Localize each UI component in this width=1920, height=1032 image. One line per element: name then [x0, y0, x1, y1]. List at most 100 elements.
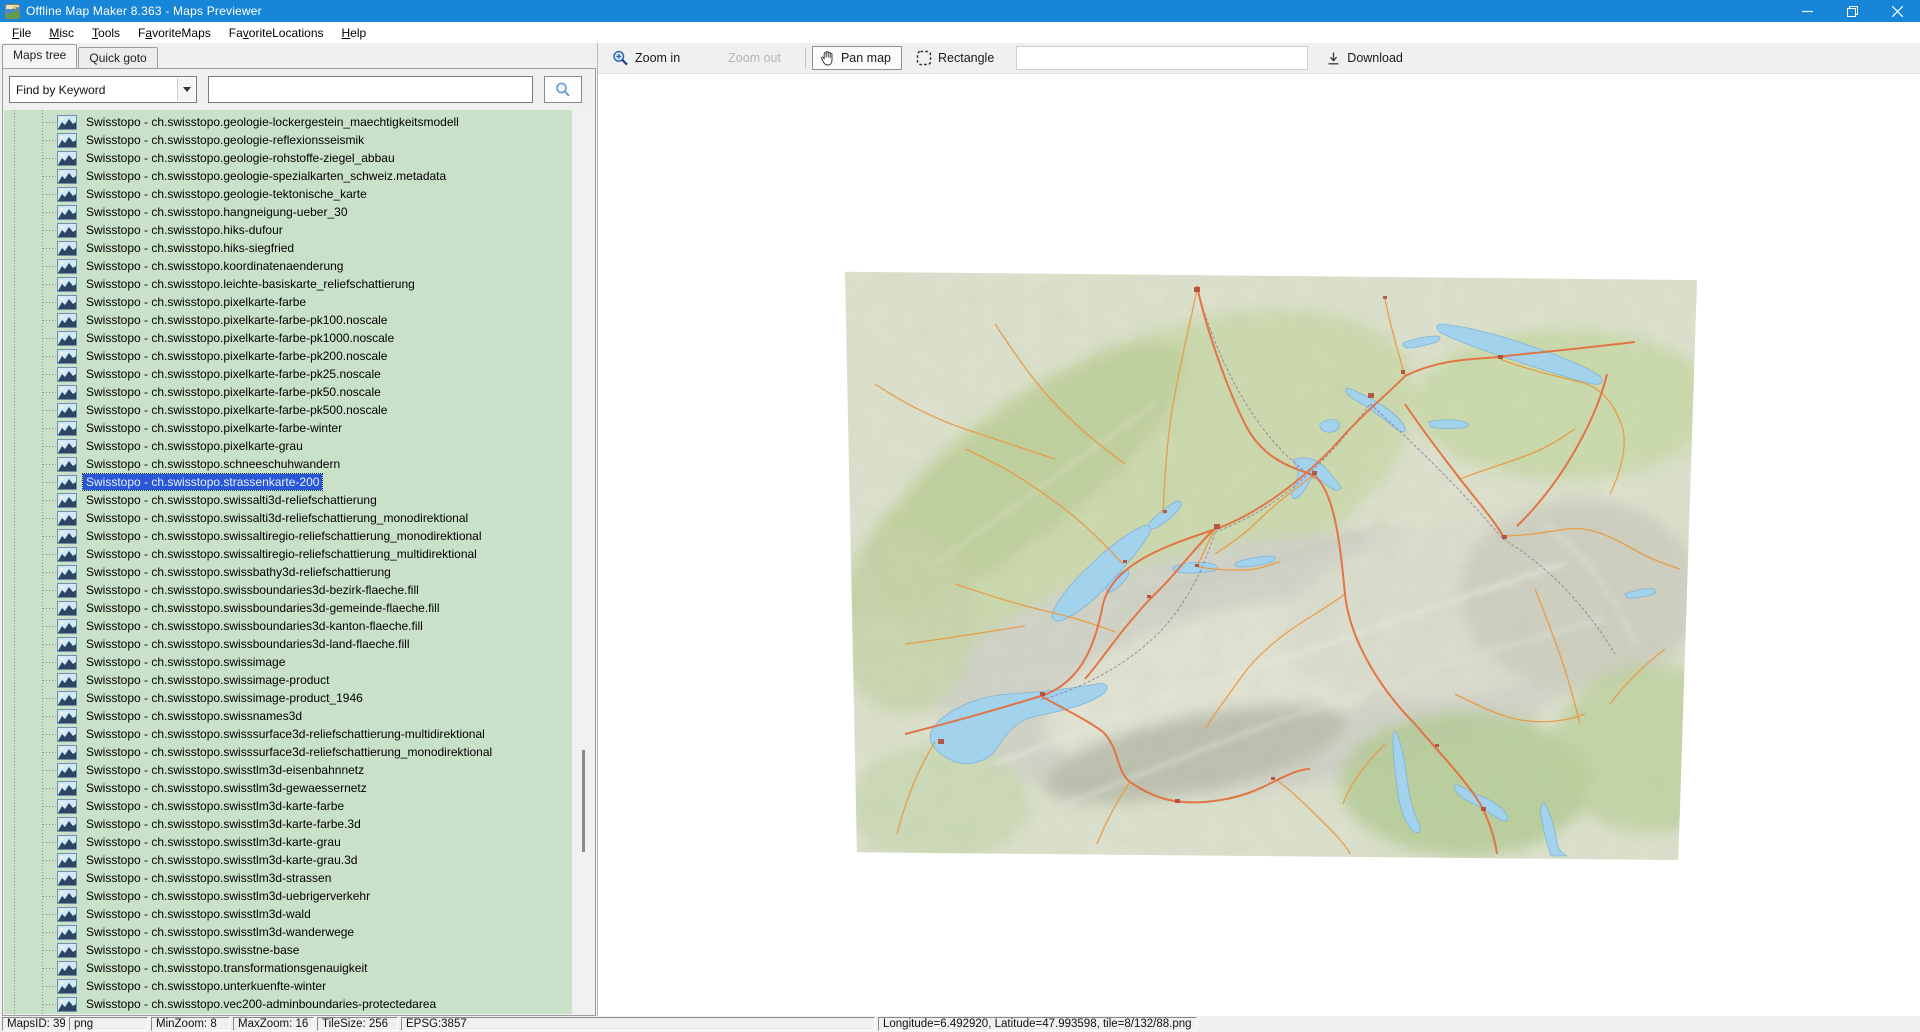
tree-item[interactable]: Swisstopo - ch.swisstopo.swissboundaries… — [4, 599, 572, 617]
tree-item[interactable]: Swisstopo - ch.swisstopo.pixelkarte-farb… — [4, 383, 572, 401]
tree-item[interactable]: Swisstopo - ch.swisstopo.swisstlm3d-eise… — [4, 761, 572, 779]
tree-item[interactable]: Swisstopo - ch.swisstopo.vec200-adminbou… — [4, 995, 572, 1013]
search-mode-combobox[interactable]: Find by Keyword — [9, 76, 197, 103]
tree-connector — [43, 950, 56, 951]
tab[interactable]: Maps tree — [2, 44, 77, 68]
tree-item[interactable]: Swisstopo - ch.swisstopo.swisstlm3d-wand… — [4, 923, 572, 941]
tree-item[interactable]: Swisstopo - ch.swisstopo.swissimage — [4, 653, 572, 671]
tree-connector — [43, 320, 56, 321]
tree-item[interactable]: Swisstopo - ch.swisstopo.swisstlm3d-kart… — [4, 851, 572, 869]
tree-item[interactable]: Swisstopo - ch.swisstopo.pixelkarte-farb… — [4, 293, 572, 311]
tree-item[interactable]: Swisstopo - ch.swisstopo.swissalti3d-rel… — [4, 491, 572, 509]
tree-connector — [43, 1004, 56, 1005]
tree-connector — [43, 158, 56, 159]
tree-connector — [43, 590, 56, 591]
menu-item[interactable]: Tools — [83, 24, 129, 42]
tree-item[interactable]: Swisstopo - ch.swisstopo.pixelkarte-farb… — [4, 401, 572, 419]
tree-item[interactable]: Swisstopo - ch.swisstopo.hangneigung-ueb… — [4, 203, 572, 221]
tree-item[interactable]: Swisstopo - ch.swisstopo.pixelkarte-farb… — [4, 365, 572, 383]
tree-item[interactable]: Swisstopo - ch.swisstopo.swisstlm3d-uebr… — [4, 887, 572, 905]
tree-item[interactable]: Swisstopo - ch.swisstopo.swissboundaries… — [4, 581, 572, 599]
tree-item[interactable]: Swisstopo - ch.swisstopo.swisstlm3d-wald — [4, 905, 572, 923]
tree-scrollbar-thumb[interactable] — [582, 750, 585, 852]
tree-item[interactable]: Swisstopo - ch.swisstopo.pixelkarte-farb… — [4, 311, 572, 329]
tree-item[interactable]: Swisstopo - ch.swisstopo.swissimage-prod… — [4, 671, 572, 689]
map-thumbnail-icon — [57, 367, 77, 382]
menu-item[interactable]: Help — [333, 24, 376, 42]
tree-item[interactable]: Swisstopo - ch.swisstopo.geologie-reflex… — [4, 131, 572, 149]
tree-item[interactable]: Swisstopo - ch.swisstopo.swisstlm3d-stra… — [4, 869, 572, 887]
tree-item[interactable]: Swisstopo - ch.swisstopo.swissimage-prod… — [4, 689, 572, 707]
map-thumbnail-icon — [57, 151, 77, 166]
tree-item-label: Swisstopo - ch.swisstopo.swisstne-base — [83, 942, 302, 958]
tree-item[interactable]: Swisstopo - ch.swisstopo.pixelkarte-farb… — [4, 329, 572, 347]
tree-item[interactable]: Swisstopo - ch.swisstopo.swissbathy3d-re… — [4, 563, 572, 581]
tree-item[interactable]: Swisstopo - ch.swisstopo.swisstlm3d-gewa… — [4, 779, 572, 797]
status-cell: MapsID: 3903 — [2, 1017, 66, 1031]
tree-item[interactable]: Swisstopo - ch.swisstopo.schneeschuhwand… — [4, 455, 572, 473]
tree-item[interactable]: Swisstopo - ch.swisstopo.swisstlm3d-kart… — [4, 797, 572, 815]
map-toolbar: Zoom in Zoom out Pan map Rectangle — [598, 43, 1920, 74]
chevron-down-icon — [183, 87, 191, 92]
tree-item[interactable]: Swisstopo - ch.swisstopo.swissnames3d — [4, 707, 572, 725]
close-button[interactable] — [1875, 0, 1920, 22]
tree-item[interactable]: Swisstopo - ch.swisstopo.hiks-siegfried — [4, 239, 572, 257]
tree-item[interactable]: Swisstopo - ch.swisstopo.swissboundaries… — [4, 635, 572, 653]
tree-item-label: Swisstopo - ch.swisstopo.swissaltiregio-… — [83, 546, 480, 562]
tree-item-label: Swisstopo - ch.swisstopo.pixelkarte-farb… — [83, 330, 397, 346]
tree-item[interactable]: Swisstopo - ch.swisstopo.geologie-rohsto… — [4, 149, 572, 167]
tree-connector — [43, 716, 56, 717]
tree-item[interactable]: Swisstopo - ch.swisstopo.transformations… — [4, 959, 572, 977]
tree-item[interactable]: Swisstopo - ch.swisstopo.geologie-spezia… — [4, 167, 572, 185]
map-toolbar-input[interactable] — [1016, 46, 1308, 70]
tree-item[interactable]: Swisstopo - ch.swisstopo.pixelkarte-farb… — [4, 419, 572, 437]
tree-scrollbar[interactable] — [572, 110, 594, 1014]
tree-item[interactable]: Swisstopo - ch.swisstopo.pixelkarte-grau — [4, 437, 572, 455]
tree-item[interactable]: Swisstopo - ch.swisstopo.strassenkarte-2… — [4, 473, 572, 491]
tree-item-label: Swisstopo - ch.swisstopo.swissboundaries… — [83, 600, 443, 616]
minimize-button[interactable] — [1785, 0, 1830, 22]
tree-item-label: Swisstopo - ch.swisstopo.leichte-basiska… — [83, 276, 418, 292]
tree-item[interactable]: Swisstopo - ch.swisstopo.swisstlm3d-kart… — [4, 833, 572, 851]
tree-item[interactable]: Swisstopo - ch.swisstopo.geologie-locker… — [4, 113, 572, 131]
tree-item[interactable]: Swisstopo - ch.swisstopo.leichte-basiska… — [4, 275, 572, 293]
menu-item[interactable]: FavoriteLocations — [220, 24, 333, 42]
tree-item[interactable]: Swisstopo - ch.swisstopo.hiks-dufour — [4, 221, 572, 239]
menu-item[interactable]: Misc — [40, 24, 83, 42]
tree-item[interactable]: Swisstopo - ch.swisstopo.swissaltiregio-… — [4, 545, 572, 563]
search-button[interactable] — [544, 76, 582, 103]
zoom-in-button[interactable]: Zoom in — [606, 46, 686, 71]
download-button[interactable]: Download — [1320, 47, 1409, 70]
tree-item-label: Swisstopo - ch.swisstopo.swissaltiregio-… — [83, 528, 485, 544]
tree-item[interactable]: Swisstopo - ch.swisstopo.koordinatenaend… — [4, 257, 572, 275]
tree-item[interactable]: Swisstopo - ch.swisstopo.pixelkarte-farb… — [4, 347, 572, 365]
menu-item[interactable]: FavoriteMaps — [129, 24, 220, 42]
status-cell: TileSize: 256 — [317, 1017, 398, 1031]
combo-dropdown-button[interactable] — [177, 78, 195, 101]
tree-connector — [43, 662, 56, 663]
map-thumbnail-icon — [57, 925, 77, 940]
rectangle-button[interactable]: Rectangle — [910, 46, 1000, 70]
restore-button[interactable] — [1830, 0, 1875, 22]
map-preview[interactable] — [845, 264, 1697, 860]
map-thumbnail-icon — [57, 511, 77, 526]
tree-item[interactable]: Swisstopo - ch.swisstopo.swissalti3d-rel… — [4, 509, 572, 527]
search-input[interactable] — [208, 76, 533, 103]
tree-item[interactable]: Swisstopo - ch.swisstopo.swisstne-base — [4, 941, 572, 959]
search-icon — [554, 81, 572, 99]
tree-item[interactable]: Swisstopo - ch.swisstopo.swissaltiregio-… — [4, 527, 572, 545]
tree-item[interactable]: Swisstopo - ch.swisstopo.swisssurface3d-… — [4, 725, 572, 743]
tree-item[interactable]: Swisstopo - ch.swisstopo.swisstlm3d-kart… — [4, 815, 572, 833]
tree-item-label: Swisstopo - ch.swisstopo.strassenkarte-2… — [83, 474, 322, 490]
pan-map-button[interactable]: Pan map — [812, 46, 902, 70]
tab[interactable]: Quick goto — [78, 47, 157, 68]
tree-item[interactable]: Swisstopo - ch.swisstopo.swissboundaries… — [4, 617, 572, 635]
tree-item-label: Swisstopo - ch.swisstopo.swissimage-prod… — [83, 690, 366, 706]
tree-item[interactable]: Swisstopo - ch.swisstopo.unterkuenfte-wi… — [4, 977, 572, 995]
tree-item-label: Swisstopo - ch.swisstopo.swissboundaries… — [83, 582, 422, 598]
tree-item[interactable]: Swisstopo - ch.swisstopo.swisssurface3d-… — [4, 743, 572, 761]
tree-item[interactable]: Swisstopo - ch.swisstopo.geologie-tekton… — [4, 185, 572, 203]
tree-connector — [43, 464, 56, 465]
map-thumbnail-icon — [57, 655, 77, 670]
menu-item[interactable]: File — [3, 24, 40, 42]
